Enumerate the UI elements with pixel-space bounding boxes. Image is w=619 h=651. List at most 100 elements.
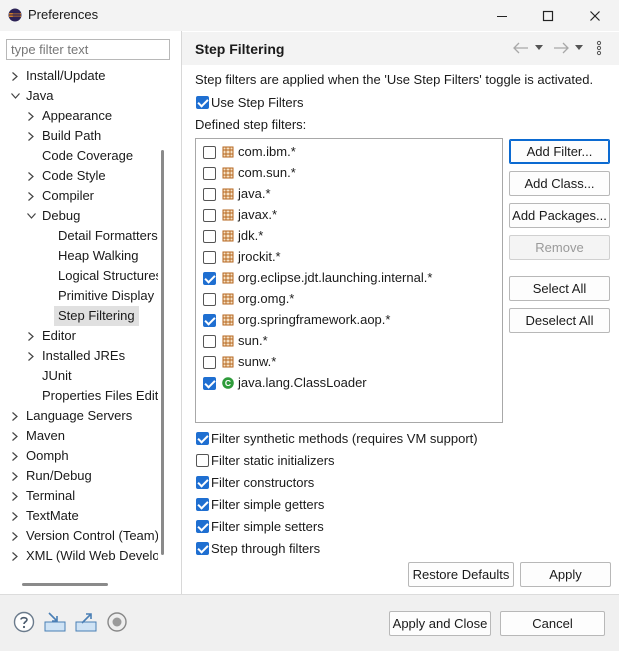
filter-checkbox[interactable] xyxy=(203,146,216,159)
use-step-filters-label[interactable]: Use Step Filters xyxy=(211,95,303,110)
tree-item[interactable]: Compiler xyxy=(0,186,158,206)
use-step-filters-checkbox[interactable] xyxy=(196,96,209,109)
tree-item[interactable]: Step Filtering xyxy=(0,306,158,326)
filter-name: java.* xyxy=(238,186,271,201)
filter-checkbox[interactable] xyxy=(203,230,216,243)
filter-name: sunw.* xyxy=(238,354,277,369)
record-icon[interactable] xyxy=(106,611,128,633)
maximize-icon[interactable] xyxy=(525,0,571,31)
forward-menu-chevron-icon[interactable] xyxy=(575,38,583,58)
chevron-right-icon[interactable] xyxy=(26,186,36,206)
tree-item[interactable]: Logical Structures xyxy=(0,266,158,286)
chevron-down-icon[interactable] xyxy=(10,86,20,106)
option-label[interactable]: Filter static initializers xyxy=(211,453,335,468)
tree-item[interactable]: Code Coverage xyxy=(0,146,158,166)
tree-item[interactable]: Terminal xyxy=(0,486,158,506)
tree-item[interactable]: Primitive Display xyxy=(0,286,158,306)
filter-name: org.springframework.aop.* xyxy=(238,312,391,327)
deselect-all-button[interactable]: Deselect All xyxy=(509,308,610,333)
option-checkbox[interactable] xyxy=(196,454,209,467)
back-arrow-icon[interactable] xyxy=(513,38,529,58)
chevron-right-icon[interactable] xyxy=(10,506,20,526)
tree-vertical-scrollbar[interactable] xyxy=(161,150,164,555)
add-filter-button[interactable]: Add Filter... xyxy=(509,139,610,164)
filter-checkbox[interactable] xyxy=(203,293,216,306)
option-label[interactable]: Filter simple setters xyxy=(211,519,324,534)
back-menu-chevron-icon[interactable] xyxy=(535,38,543,58)
chevron-right-icon[interactable] xyxy=(10,66,20,86)
tree-horizontal-scrollbar[interactable] xyxy=(22,583,108,586)
tree-item[interactable]: Build Path xyxy=(0,126,158,146)
step-filters-list[interactable]: com.ibm.* com.sun.* java.* javax.* jdk.* jroc… xyxy=(195,138,503,423)
option-label[interactable]: Step through filters xyxy=(211,541,320,556)
tree-item[interactable]: Installed JREs xyxy=(0,346,158,366)
chevron-right-icon[interactable] xyxy=(10,406,20,426)
filter-checkbox[interactable] xyxy=(203,251,216,264)
tree-item[interactable]: Java xyxy=(0,86,158,106)
filter-checkbox[interactable] xyxy=(203,356,216,369)
tree-item[interactable]: Editor xyxy=(0,326,158,346)
chevron-right-icon[interactable] xyxy=(26,106,36,126)
tree-item[interactable]: Properties Files Editor xyxy=(0,386,158,406)
apply-button[interactable]: Apply xyxy=(520,562,611,587)
tree-item[interactable]: Oomph xyxy=(0,446,158,466)
select-all-button[interactable]: Select All xyxy=(509,276,610,301)
chevron-right-icon[interactable] xyxy=(10,526,20,546)
chevron-right-icon[interactable] xyxy=(10,466,20,486)
add-packages-button[interactable]: Add Packages... xyxy=(509,203,610,228)
tree-item[interactable]: Appearance xyxy=(0,106,158,126)
tree-item[interactable]: Detail Formatters xyxy=(0,226,158,246)
add-class-button[interactable]: Add Class... xyxy=(509,171,610,196)
tree-item[interactable]: Code Style xyxy=(0,166,158,186)
panel-divider[interactable] xyxy=(181,31,182,594)
option-checkbox[interactable] xyxy=(196,476,209,489)
cancel-button[interactable]: Cancel xyxy=(500,611,605,636)
package-icon xyxy=(222,209,234,221)
chevron-right-icon[interactable] xyxy=(26,166,36,186)
view-menu-icon[interactable] xyxy=(596,38,602,58)
filter-checkbox[interactable] xyxy=(203,272,216,285)
chevron-down-icon[interactable] xyxy=(26,206,36,226)
tree-item-label: TextMate xyxy=(26,508,79,523)
chevron-right-icon[interactable] xyxy=(10,486,20,506)
tree-item[interactable]: Heap Walking xyxy=(0,246,158,266)
tree-item[interactable]: Run/Debug xyxy=(0,466,158,486)
filter-input[interactable] xyxy=(6,39,170,60)
option-checkbox[interactable] xyxy=(196,520,209,533)
chevron-right-icon[interactable] xyxy=(10,426,20,446)
minimize-icon[interactable] xyxy=(479,0,525,31)
filter-checkbox[interactable] xyxy=(203,335,216,348)
filter-checkbox[interactable] xyxy=(203,209,216,222)
filter-checkbox[interactable] xyxy=(203,167,216,180)
tree-item[interactable]: TextMate xyxy=(0,506,158,526)
chevron-right-icon[interactable] xyxy=(26,126,36,146)
chevron-right-icon[interactable] xyxy=(10,546,20,564)
chevron-right-icon[interactable] xyxy=(26,326,36,346)
forward-arrow-icon[interactable] xyxy=(553,38,569,58)
tree-item[interactable]: Language Servers xyxy=(0,406,158,426)
option-label[interactable]: Filter simple getters xyxy=(211,497,324,512)
option-label[interactable]: Filter synthetic methods (requires VM su… xyxy=(211,431,478,446)
option-checkbox[interactable] xyxy=(196,432,209,445)
tree-item[interactable]: Maven xyxy=(0,426,158,446)
restore-defaults-button[interactable]: Restore Defaults xyxy=(408,562,514,587)
tree-item[interactable]: XML (Wild Web Developer) xyxy=(0,546,158,564)
filter-checkbox[interactable] xyxy=(203,188,216,201)
option-checkbox[interactable] xyxy=(196,542,209,555)
chevron-right-icon[interactable] xyxy=(26,346,36,366)
remove-button[interactable]: Remove xyxy=(509,235,610,260)
chevron-right-icon[interactable] xyxy=(10,446,20,466)
filter-checkbox[interactable] xyxy=(203,377,216,390)
tree-item[interactable]: JUnit xyxy=(0,366,158,386)
option-label[interactable]: Filter constructors xyxy=(211,475,314,490)
import-icon[interactable] xyxy=(43,611,67,633)
apply-and-close-button[interactable]: Apply and Close xyxy=(389,611,491,636)
tree-item[interactable]: Debug xyxy=(0,206,158,226)
option-checkbox[interactable] xyxy=(196,498,209,511)
tree-item[interactable]: Version Control (Team) xyxy=(0,526,158,546)
tree-item[interactable]: Install/Update xyxy=(0,66,158,86)
export-icon[interactable] xyxy=(74,611,98,633)
help-icon[interactable] xyxy=(13,611,35,633)
filter-checkbox[interactable] xyxy=(203,314,216,327)
close-icon[interactable] xyxy=(572,0,618,31)
